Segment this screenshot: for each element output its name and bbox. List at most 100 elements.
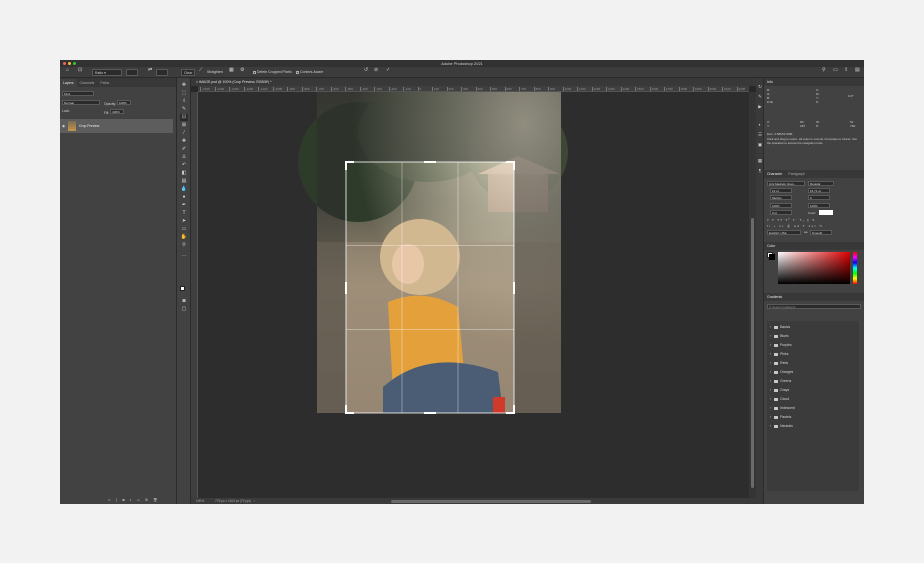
arrange-icon[interactable]: ▤ bbox=[855, 67, 860, 74]
fill-control[interactable]: Fill: 100% bbox=[104, 109, 125, 115]
eraser-tool-icon[interactable]: ◧ bbox=[180, 170, 188, 177]
ratio-select[interactable]: Ratio ▾ bbox=[92, 69, 122, 76]
text-color-swatch[interactable] bbox=[819, 210, 833, 215]
foreground-color-swatch[interactable] bbox=[180, 286, 185, 291]
horizontal-scale-field[interactable]: 100% bbox=[808, 203, 830, 208]
zoom-level[interactable]: 100% bbox=[196, 499, 204, 503]
vertical-scrollbar-track[interactable] bbox=[749, 92, 756, 498]
vertical-scrollbar[interactable] bbox=[751, 218, 754, 488]
horizontal-scrollbar[interactable] bbox=[391, 500, 591, 503]
document-info[interactable]: 776 px x 1163 px (72 ppi) bbox=[215, 499, 251, 503]
leading-field[interactable]: 16.71 pt bbox=[808, 188, 830, 193]
tracking-field[interactable]: 0 bbox=[808, 195, 830, 200]
gradient-folder-item[interactable]: › Blues bbox=[770, 332, 860, 341]
more-tools-icon[interactable]: … bbox=[180, 252, 188, 259]
gradient-folder-item[interactable]: › Oranges bbox=[770, 368, 860, 377]
gradient-folder-item[interactable]: › Pastels bbox=[770, 413, 860, 422]
history-brush-icon[interactable]: ↶ bbox=[180, 162, 188, 169]
vertical-scale-field[interactable]: 100% bbox=[770, 203, 792, 208]
font-size-field[interactable]: 12 pt bbox=[770, 188, 792, 193]
ratio-height-field[interactable] bbox=[156, 69, 168, 76]
crop-tool-icon[interactable]: ⊡ bbox=[78, 67, 82, 74]
type-tool-icon[interactable]: T bbox=[180, 210, 188, 217]
overlay-grid-icon[interactable]: ▦ bbox=[229, 67, 234, 74]
clear-button[interactable]: Clear bbox=[181, 69, 196, 76]
quick-select-tool-icon[interactable]: ✎ bbox=[180, 106, 188, 113]
gradient-folder-item[interactable]: › Greens bbox=[770, 377, 860, 386]
frame-tool-icon[interactable]: ⊠ bbox=[180, 122, 188, 129]
chevron-right-icon[interactable]: › bbox=[770, 325, 771, 329]
tab-layers[interactable]: Layers bbox=[60, 79, 77, 87]
path-select-tool-icon[interactable]: ➤ bbox=[180, 218, 188, 225]
new-layer-icon[interactable]: ⊞ bbox=[145, 498, 148, 502]
color-picker-field[interactable] bbox=[778, 252, 850, 284]
chevron-right-icon[interactable]: › bbox=[770, 379, 771, 383]
gradient-folder-item[interactable]: › Reds bbox=[770, 359, 860, 368]
chevron-right-icon[interactable]: › bbox=[770, 334, 771, 338]
opentype-buttons[interactable]: fi ℴ st Ⓐ ad T 1st ½ bbox=[767, 224, 823, 228]
reset-icon[interactable]: ↺ bbox=[364, 67, 368, 74]
group-folder-icon[interactable]: ▭ bbox=[137, 498, 140, 502]
color-panel-background-swatch[interactable] bbox=[769, 254, 775, 260]
zoom-tool-icon[interactable]: ⚲ bbox=[180, 242, 188, 249]
screen-mode-icon[interactable]: ▢ bbox=[180, 306, 188, 313]
antialias-select[interactable]: Smooth bbox=[810, 230, 832, 235]
search-icon[interactable]: ⚲ bbox=[822, 67, 826, 74]
opacity-control[interactable]: Opacity: 100% bbox=[104, 100, 132, 106]
link-icon[interactable]: ∞ bbox=[108, 498, 111, 502]
blend-mode-select[interactable]: Normal bbox=[62, 100, 100, 106]
color-swatches[interactable] bbox=[180, 286, 188, 294]
libraries-icon[interactable]: ▣ bbox=[757, 142, 763, 148]
tab-paths[interactable]: Paths bbox=[97, 79, 112, 87]
chevron-right-icon[interactable]: › bbox=[770, 343, 771, 347]
ratio-width-field[interactable] bbox=[126, 69, 138, 76]
hue-slider[interactable] bbox=[853, 252, 857, 284]
gradient-folder-item[interactable]: › Pinks bbox=[770, 350, 860, 359]
chevron-right-icon[interactable]: › bbox=[770, 361, 771, 365]
crop-settings-gear-icon[interactable]: ⚙ bbox=[240, 67, 244, 74]
chevron-right-icon[interactable]: › bbox=[770, 388, 771, 392]
font-style-select[interactable]: Regular bbox=[808, 181, 834, 186]
lasso-tool-icon[interactable]: ℓ bbox=[180, 98, 188, 105]
hand-tool-icon[interactable]: ✋ bbox=[180, 234, 188, 241]
quick-mask-icon[interactable]: ◙ bbox=[180, 298, 188, 305]
mask-icon[interactable]: ◙ bbox=[122, 498, 124, 502]
dodge-tool-icon[interactable]: ● bbox=[180, 194, 188, 201]
straighten-icon[interactable]: ⟋ bbox=[199, 67, 203, 74]
stamp-tool-icon[interactable]: ♙ bbox=[180, 154, 188, 161]
font-family-select[interactable]: Arts Madrelo Grap... bbox=[767, 181, 805, 186]
status-arrow-icon[interactable]: › bbox=[254, 499, 255, 503]
gradient-folder-item[interactable]: › Basics bbox=[770, 323, 860, 332]
chevron-right-icon[interactable]: › bbox=[770, 370, 771, 374]
brush-settings-icon[interactable]: ✎ bbox=[757, 94, 763, 100]
language-select[interactable]: English: USA bbox=[767, 230, 801, 235]
fx-icon[interactable]: ƒ bbox=[116, 498, 118, 502]
gradient-folder-item[interactable]: › Purples bbox=[770, 341, 860, 350]
swatches-icon[interactable]: ▦ bbox=[757, 158, 763, 164]
properties-icon[interactable]: ☰ bbox=[757, 132, 763, 138]
gradient-tool-icon[interactable]: ▤ bbox=[180, 178, 188, 185]
gradient-folder-item[interactable]: › Cloud bbox=[770, 395, 860, 404]
paragraph-styles-icon[interactable]: ¶ bbox=[757, 168, 763, 174]
adjustment-icon[interactable]: ◐ bbox=[130, 498, 132, 502]
kerning-field[interactable]: Metrics bbox=[770, 195, 792, 200]
kind-filter[interactable]: Kind bbox=[62, 91, 94, 97]
document-tab[interactable]: × IMAGE.psd @ 100% (Crop Preview, RGB/8*… bbox=[191, 78, 756, 86]
type-style-buttons[interactable]: T T TT Tᵀ T' T₁ T̲ T̶ bbox=[767, 218, 815, 222]
share-icon[interactable]: ⇪ bbox=[844, 67, 848, 74]
actions-icon[interactable]: ▶ bbox=[757, 104, 763, 110]
pen-tool-icon[interactable]: ✒ bbox=[180, 202, 188, 209]
layer-row[interactable]: ◉ Crop Preview bbox=[60, 119, 173, 133]
brush-tool-icon[interactable]: ✐ bbox=[180, 146, 188, 153]
shape-tool-icon[interactable]: ▭ bbox=[180, 226, 188, 233]
gradients-panel-header[interactable]: Gradients bbox=[764, 293, 864, 301]
chevron-right-icon[interactable]: › bbox=[770, 424, 771, 428]
tab-paragraph[interactable]: Paragraph bbox=[785, 172, 807, 176]
move-tool-icon[interactable]: ✥ bbox=[180, 82, 188, 89]
canvas[interactable] bbox=[198, 82, 749, 498]
tab-channels[interactable]: Channels bbox=[77, 79, 98, 87]
cancel-crop-icon[interactable]: ⊘ bbox=[374, 67, 378, 74]
chevron-right-icon[interactable]: › bbox=[770, 397, 771, 401]
history-icon[interactable]: ↻ bbox=[757, 84, 763, 90]
commit-crop-icon[interactable]: ✓ bbox=[386, 67, 390, 74]
